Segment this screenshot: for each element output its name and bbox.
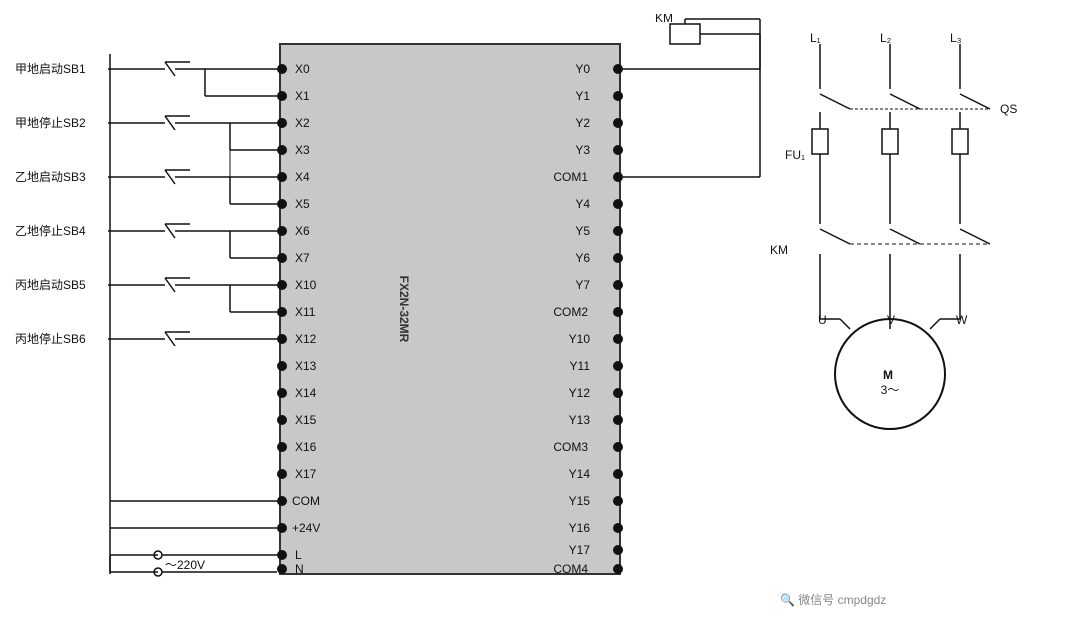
svg-text:COM3: COM3	[553, 440, 588, 454]
svg-text:QS: QS	[1000, 102, 1017, 116]
svg-text:Y4: Y4	[575, 197, 590, 211]
svg-text:🔍 微信号 cmpdgdz: 🔍 微信号 cmpdgdz	[780, 592, 886, 607]
svg-text:乙地启动SB3: 乙地启动SB3	[15, 170, 86, 184]
svg-text:L₁: L₁	[810, 31, 821, 45]
svg-text:X0: X0	[295, 62, 310, 76]
svg-text:Y1: Y1	[575, 89, 590, 103]
svg-text:Y12: Y12	[569, 386, 591, 400]
svg-text:KM: KM	[655, 14, 673, 25]
svg-text:X12: X12	[295, 332, 317, 346]
svg-text:乙地停止SB4: 乙地停止SB4	[15, 223, 86, 238]
svg-text:W: W	[956, 313, 968, 327]
svg-text:KM: KM	[770, 243, 788, 257]
svg-text:Y2: Y2	[575, 116, 590, 130]
svg-text:COM4: COM4	[553, 562, 588, 576]
svg-text:甲地停止SB2: 甲地停止SB2	[15, 115, 86, 130]
svg-text:COM2: COM2	[553, 305, 588, 319]
svg-text:L: L	[295, 548, 302, 562]
svg-text:+24V: +24V	[292, 521, 320, 535]
svg-text:X3: X3	[295, 143, 310, 157]
svg-text:Y3: Y3	[575, 143, 590, 157]
svg-text:Y15: Y15	[569, 494, 591, 508]
svg-text:X1: X1	[295, 89, 310, 103]
svg-text:Y6: Y6	[575, 251, 590, 265]
svg-text:Y5: Y5	[575, 224, 590, 238]
svg-text:Y7: Y7	[575, 278, 590, 292]
svg-text:FX2N-32MR: FX2N-32MR	[397, 275, 411, 342]
svg-text:COM: COM	[292, 494, 320, 508]
svg-text:X4: X4	[295, 170, 310, 184]
svg-text:Y10: Y10	[569, 332, 591, 346]
svg-text:X15: X15	[295, 413, 317, 427]
svg-text:Y16: Y16	[569, 521, 591, 535]
svg-text:～220V: ～220V	[165, 558, 205, 572]
svg-text:Y13: Y13	[569, 413, 591, 427]
svg-text:N: N	[295, 562, 304, 576]
svg-text:M: M	[883, 368, 893, 382]
svg-text:Y17: Y17	[569, 543, 591, 557]
svg-text:L₃: L₃	[950, 31, 962, 45]
svg-text:FU₁: FU₁	[785, 148, 805, 162]
svg-text:V: V	[887, 313, 895, 327]
diagram-container: FX2N-32MR X0 X1 X2 X3 X4 X5 X6 X7 X10 X1…	[10, 14, 1070, 624]
svg-text:L₂: L₂	[880, 31, 892, 45]
svg-text:COM1: COM1	[553, 170, 588, 184]
svg-text:甲地启动SB1: 甲地启动SB1	[15, 62, 86, 76]
svg-text:X10: X10	[295, 278, 317, 292]
svg-text:Y11: Y11	[570, 359, 591, 373]
svg-text:X13: X13	[295, 359, 317, 373]
svg-text:Y0: Y0	[575, 62, 590, 76]
svg-text:X2: X2	[295, 116, 310, 130]
svg-text:X7: X7	[295, 251, 310, 265]
svg-text:X16: X16	[295, 440, 317, 454]
svg-text:X5: X5	[295, 197, 310, 211]
svg-text:丙地启动SB5: 丙地启动SB5	[15, 278, 86, 292]
svg-text:Y14: Y14	[569, 467, 591, 481]
svg-text:X17: X17	[295, 467, 317, 481]
svg-text:3～: 3～	[881, 383, 900, 397]
svg-text:X14: X14	[295, 386, 317, 400]
svg-text:X11: X11	[295, 305, 316, 319]
svg-text:X6: X6	[295, 224, 310, 238]
svg-text:丙地停止SB6: 丙地停止SB6	[15, 331, 86, 346]
